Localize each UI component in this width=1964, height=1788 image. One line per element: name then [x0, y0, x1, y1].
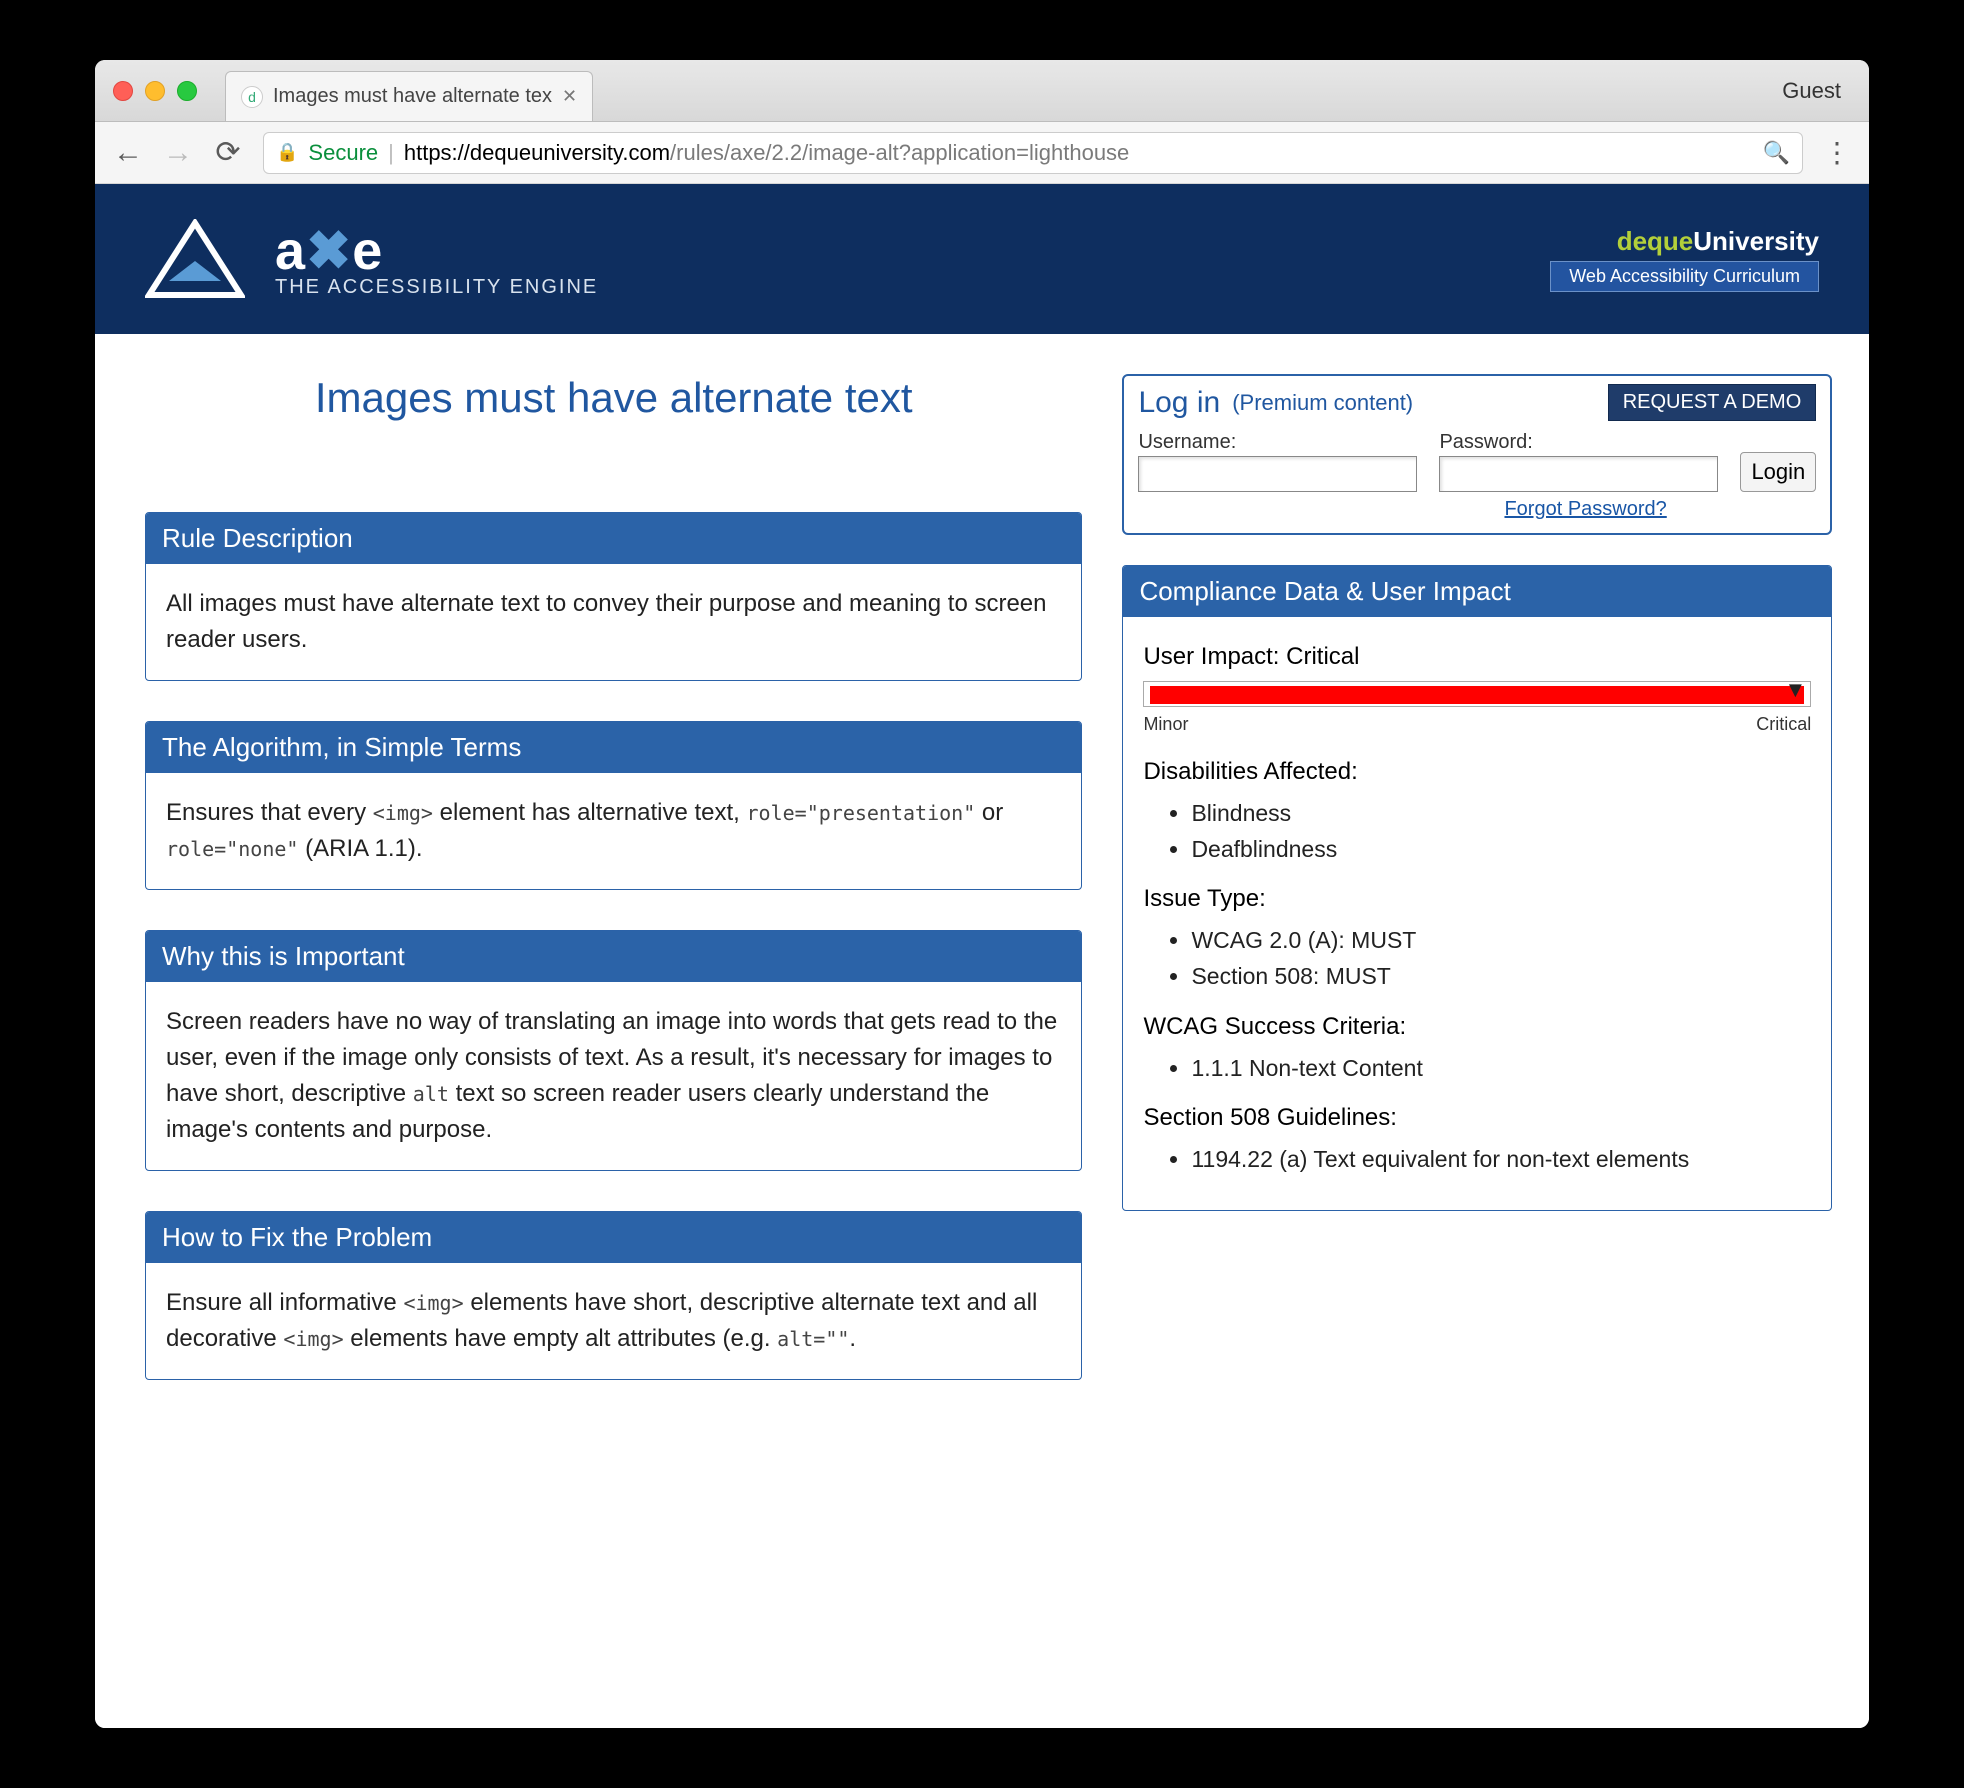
panel-heading: The Algorithm, in Simple Terms [146, 722, 1081, 773]
wcag-list: 1.1.1 Non-text Content [1191, 1051, 1811, 1087]
side-column: Log in (Premium content) REQUEST A DEMO … [1122, 374, 1832, 1251]
panel-body: User Impact: Critical ▼ Minor Critical D… [1123, 617, 1831, 1210]
impact-bar-fill [1150, 686, 1804, 704]
search-in-page-icon[interactable]: 🔍 [1763, 140, 1790, 166]
reload-button[interactable]: ⟳ [213, 135, 243, 170]
list-item: Blindness [1191, 796, 1811, 832]
browser-toolbar: ← → ⟳ 🔒 Secure | https://dequeuniversity… [95, 122, 1869, 184]
username-input[interactable] [1138, 456, 1417, 492]
s508-heading: Section 508 Guidelines: [1143, 1100, 1811, 1136]
impact-scale: Minor Critical [1143, 711, 1811, 738]
impact-meter: ▼ [1143, 681, 1811, 707]
s508-list: 1194.22 (a) Text equivalent for non-text… [1191, 1142, 1811, 1178]
axe-logo-icon [145, 219, 245, 299]
disabilities-list: Blindness Deafblindness [1191, 796, 1811, 867]
panel-algorithm: The Algorithm, in Simple Terms Ensures t… [145, 721, 1082, 890]
axe-brand: a✖e THE ACCESSIBILITY ENGINE [275, 219, 598, 299]
window-maximize-button[interactable] [177, 81, 197, 101]
browser-window: d Images must have alternate tex ✕ Guest… [95, 60, 1869, 1728]
tab-close-icon[interactable]: ✕ [562, 86, 577, 107]
browser-tab[interactable]: d Images must have alternate tex ✕ [225, 71, 593, 121]
back-button[interactable]: ← [113, 136, 143, 170]
panel-body: All images must have alternate text to c… [146, 564, 1081, 680]
axe-tagline: THE ACCESSIBILITY ENGINE [275, 276, 598, 299]
impact-pointer-icon: ▼ [1785, 682, 1807, 698]
login-button[interactable]: Login [1740, 452, 1816, 492]
forgot-password-link[interactable]: Forgot Password? [1504, 498, 1666, 520]
password-label: Password: [1439, 431, 1718, 454]
disabilities-heading: Disabilities Affected: [1143, 754, 1811, 790]
address-bar[interactable]: 🔒 Secure | https://dequeuniversity.com/r… [263, 132, 1803, 174]
profile-label[interactable]: Guest [1782, 78, 1851, 104]
wcag-heading: WCAG Success Criteria: [1143, 1009, 1811, 1045]
panel-rule-description: Rule Description All images must have al… [145, 512, 1082, 681]
issue-type-list: WCAG 2.0 (A): MUST Section 508: MUST [1191, 923, 1811, 994]
lock-icon: 🔒 [276, 142, 298, 163]
panel-how-to-fix: How to Fix the Problem Ensure all inform… [145, 1211, 1082, 1380]
request-demo-button[interactable]: REQUEST A DEMO [1608, 384, 1817, 421]
banner-right: dequeUniversity Web Accessibility Curric… [1550, 226, 1819, 292]
login-box: Log in (Premium content) REQUEST A DEMO … [1122, 374, 1832, 535]
window-minimize-button[interactable] [145, 81, 165, 101]
list-item: 1194.22 (a) Text equivalent for non-text… [1191, 1142, 1811, 1178]
list-item: WCAG 2.0 (A): MUST [1191, 923, 1811, 959]
forward-button[interactable]: → [163, 136, 193, 170]
window-close-button[interactable] [113, 81, 133, 101]
url-text: https://dequeuniversity.com/rules/axe/2.… [404, 140, 1129, 166]
main-column: Images must have alternate text Rule Des… [145, 374, 1082, 1420]
panel-body: Ensure all informative <img> elements ha… [146, 1263, 1081, 1379]
list-item: 1.1.1 Non-text Content [1191, 1051, 1811, 1087]
tab-title: Images must have alternate tex [273, 85, 552, 108]
favicon-icon: d [241, 86, 263, 108]
panel-body: Ensures that every <img> element has alt… [146, 773, 1081, 889]
deque-university-logo[interactable]: dequeUniversity [1550, 226, 1819, 257]
list-item: Deafblindness [1191, 832, 1811, 868]
traffic-lights [113, 81, 197, 101]
list-item: Section 508: MUST [1191, 959, 1811, 995]
url-separator: | [388, 140, 394, 166]
login-heading: Log in (Premium content) REQUEST A DEMO [1138, 384, 1816, 421]
site-banner: a✖e THE ACCESSIBILITY ENGINE dequeUniver… [95, 184, 1869, 334]
menu-icon[interactable]: ⋮ [1823, 136, 1851, 169]
page-title: Images must have alternate text [145, 374, 1082, 422]
issue-type-heading: Issue Type: [1143, 881, 1811, 917]
password-input[interactable] [1439, 456, 1718, 492]
page-content: a✖e THE ACCESSIBILITY ENGINE dequeUniver… [95, 184, 1869, 1728]
user-impact-row: User Impact: Critical [1143, 639, 1811, 675]
titlebar: d Images must have alternate tex ✕ Guest [95, 60, 1869, 122]
username-label: Username: [1138, 431, 1417, 454]
panel-heading: Why this is Important [146, 931, 1081, 982]
panel-heading: Rule Description [146, 513, 1081, 564]
panel-compliance: Compliance Data & User Impact User Impac… [1122, 565, 1832, 1211]
panel-heading: How to Fix the Problem [146, 1212, 1081, 1263]
panel-body: Screen readers have no way of translatin… [146, 982, 1081, 1170]
secure-label: Secure [308, 140, 378, 166]
curriculum-badge: Web Accessibility Curriculum [1550, 261, 1819, 292]
panel-why-important: Why this is Important Screen readers hav… [145, 930, 1082, 1171]
login-form: Username: Password: Login [1138, 431, 1816, 492]
panel-heading: Compliance Data & User Impact [1123, 566, 1831, 617]
